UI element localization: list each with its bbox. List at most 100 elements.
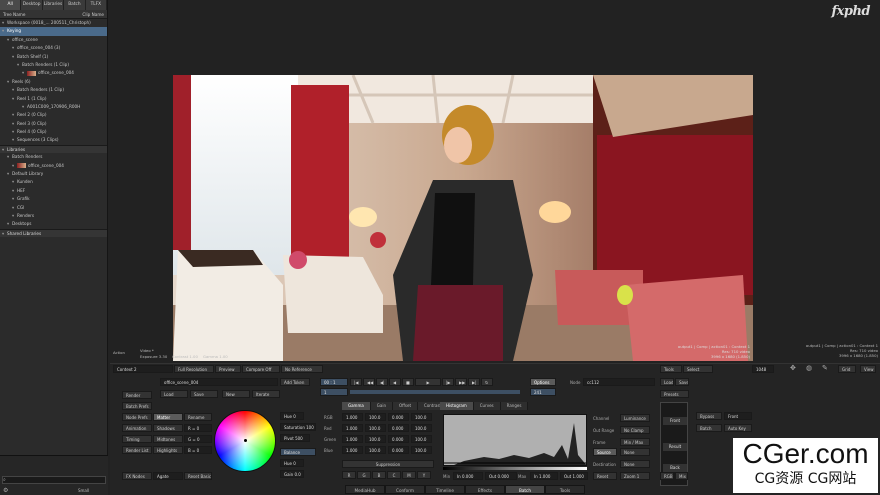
- tree-name-column[interactable]: Tree Name: [3, 10, 25, 18]
- tree-item[interactable]: ▾ Batch Shelf (1): [0, 53, 107, 61]
- goto-start-icon[interactable]: |◀: [350, 378, 362, 386]
- saturation-field[interactable]: Saturation 100: [280, 423, 316, 431]
- tree-item[interactable]: ▾ Desktops: [0, 220, 107, 228]
- cc-value-field[interactable]: 100.0: [411, 424, 432, 432]
- tab-libraries[interactable]: Libraries: [43, 0, 65, 10]
- load-button[interactable]: Load: [160, 390, 188, 398]
- suppression-button[interactable]: Y: [417, 471, 431, 479]
- min-max-selector[interactable]: Min / Max: [620, 438, 650, 446]
- globe-icon[interactable]: ◍: [806, 364, 812, 372]
- contrast-readout[interactable]: Contrast 1.00: [172, 354, 198, 359]
- out-low-field[interactable]: Out 0.000: [485, 472, 517, 480]
- rename-button[interactable]: Rename: [184, 413, 212, 421]
- histogram-display[interactable]: [443, 414, 587, 466]
- play-icon[interactable]: ▶: [415, 378, 441, 386]
- new-button[interactable]: New: [222, 390, 250, 398]
- tree-item[interactable]: ▾ Kunden: [0, 178, 107, 186]
- source-button[interactable]: Source: [593, 448, 617, 456]
- tree-item[interactable]: ▾ Reel 4 (0 Clip): [0, 128, 107, 136]
- node-name-field[interactable]: cc112: [583, 378, 655, 386]
- loop-icon[interactable]: ↻: [481, 378, 493, 386]
- tree-item[interactable]: ▾ Sequences (3 Clips): [0, 136, 107, 144]
- suppression-button[interactable]: R: [342, 471, 356, 479]
- render-list-button[interactable]: Render List: [122, 446, 152, 454]
- gear-icon[interactable]: ⚙: [3, 487, 8, 494]
- save-button[interactable]: Save: [190, 390, 218, 398]
- cc-value-field[interactable]: 0.000: [388, 446, 409, 454]
- fx-nodes-button[interactable]: FX Nodes: [122, 472, 152, 480]
- tree-item[interactable]: ▾ A001C009_170906_R00H: [0, 103, 107, 111]
- tab-desktop[interactable]: Desktop: [21, 0, 43, 10]
- clip-name-column[interactable]: Clip Name: [82, 10, 104, 18]
- tree-item[interactable]: ▾ Grafik: [0, 195, 107, 203]
- auto-key-button[interactable]: Auto Key: [724, 424, 752, 432]
- context-selector[interactable]: Context 2: [113, 365, 173, 373]
- cc-value-field[interactable]: 100.0: [365, 446, 386, 454]
- cc-value-field[interactable]: 1.000: [342, 424, 363, 432]
- compare-button[interactable]: Compare Off: [242, 365, 280, 373]
- options-button[interactable]: Options: [530, 378, 556, 386]
- tree-item[interactable]: ▾ Batch Renders (1 Clip): [0, 86, 107, 94]
- out-point-field[interactable]: 241: [530, 388, 556, 396]
- eyedropper-icon[interactable]: ✎: [822, 364, 828, 372]
- search-input[interactable]: [2, 476, 106, 484]
- timecode-field[interactable]: 00 : 1: [320, 378, 348, 386]
- tab-gamma[interactable]: Gamma: [342, 402, 371, 410]
- iterate-button[interactable]: Iterate: [252, 390, 280, 398]
- cc-value-field[interactable]: 100.0: [365, 435, 386, 443]
- grid-button[interactable]: Grid: [838, 365, 856, 373]
- play-back-icon[interactable]: ◀: [389, 378, 401, 386]
- cc-value-field[interactable]: 0.000: [388, 424, 409, 432]
- step-forward-icon[interactable]: |▶: [442, 378, 454, 386]
- tree-item[interactable]: ▾ HEF: [0, 187, 107, 195]
- no-clamp-selector[interactable]: No Clamp: [620, 426, 650, 434]
- tree-item[interactable]: ▾ Keying: [0, 27, 107, 36]
- r-value[interactable]: R = 0: [184, 424, 212, 432]
- luminance-selector[interactable]: Luminance: [620, 414, 650, 422]
- front-selector[interactable]: Front: [724, 412, 752, 420]
- node-prefs-button[interactable]: Node Prefs: [122, 413, 152, 421]
- cc-value-field[interactable]: 100.0: [411, 413, 432, 421]
- batch-prefs-button[interactable]: Batch Prefs: [122, 402, 152, 410]
- tree-item[interactable]: ▾ Default Library: [0, 170, 107, 178]
- zoom-field[interactable]: Zoom 1: [620, 472, 650, 480]
- animation-button[interactable]: Animation: [122, 424, 152, 432]
- hue-value[interactable]: 0: [293, 414, 296, 419]
- result-button[interactable]: Result: [663, 443, 687, 451]
- add-token-button[interactable]: Add Token: [280, 378, 310, 386]
- tab-effects[interactable]: Effects: [465, 485, 505, 494]
- tree-item[interactable]: ▾ Reel 1 (1 Clip): [0, 95, 107, 103]
- tree-item[interactable]: ▾ Batch Renders (1 Clip): [0, 61, 107, 69]
- cc-value-field[interactable]: 1.000: [342, 413, 363, 421]
- tab-gain[interactable]: Gain: [370, 402, 393, 410]
- preview-button[interactable]: Preview: [215, 365, 241, 373]
- tools-button[interactable]: Tools: [660, 365, 682, 373]
- timeline-scrubber[interactable]: [350, 390, 520, 394]
- tab-all[interactable]: All: [0, 0, 22, 10]
- tree-item[interactable]: ▾ office_scene: [0, 36, 107, 44]
- cc-value-field[interactable]: 1.000: [342, 435, 363, 443]
- tab-curves[interactable]: Curves: [473, 402, 501, 410]
- tab-mediahub[interactable]: MediaHub: [345, 485, 385, 494]
- cc-value-field[interactable]: 1.000: [342, 446, 363, 454]
- batch-name-field[interactable]: office_scene_004: [160, 378, 278, 386]
- source-none-selector[interactable]: None: [620, 448, 650, 456]
- g-value[interactable]: G = 0: [184, 435, 212, 443]
- bypass-button[interactable]: Bypass: [696, 412, 722, 420]
- cc-value-field[interactable]: 0.000: [388, 413, 409, 421]
- load-preset-button[interactable]: Load: [660, 378, 674, 386]
- viewer-image[interactable]: output1 | Comp | action01 : Context 1 Re…: [173, 75, 753, 361]
- midtones-button[interactable]: Midtones: [153, 435, 183, 443]
- suppression-button[interactable]: B: [372, 471, 386, 479]
- tree-item[interactable]: ▾ office_scene_004: [0, 162, 107, 170]
- presets-button[interactable]: Presets: [660, 390, 689, 398]
- in-point-field[interactable]: 1: [320, 388, 348, 396]
- tab-conform[interactable]: Conform: [385, 485, 425, 494]
- highlights-button[interactable]: Highlights: [153, 446, 183, 454]
- back-button[interactable]: Back: [663, 464, 687, 472]
- view-size-label[interactable]: Small: [78, 488, 89, 493]
- rgb-button[interactable]: RGB: [660, 472, 674, 480]
- cc-value-field[interactable]: 100.0: [411, 446, 432, 454]
- in-high-field[interactable]: In 1.000: [530, 472, 558, 480]
- destination-none-selector[interactable]: None: [620, 460, 650, 468]
